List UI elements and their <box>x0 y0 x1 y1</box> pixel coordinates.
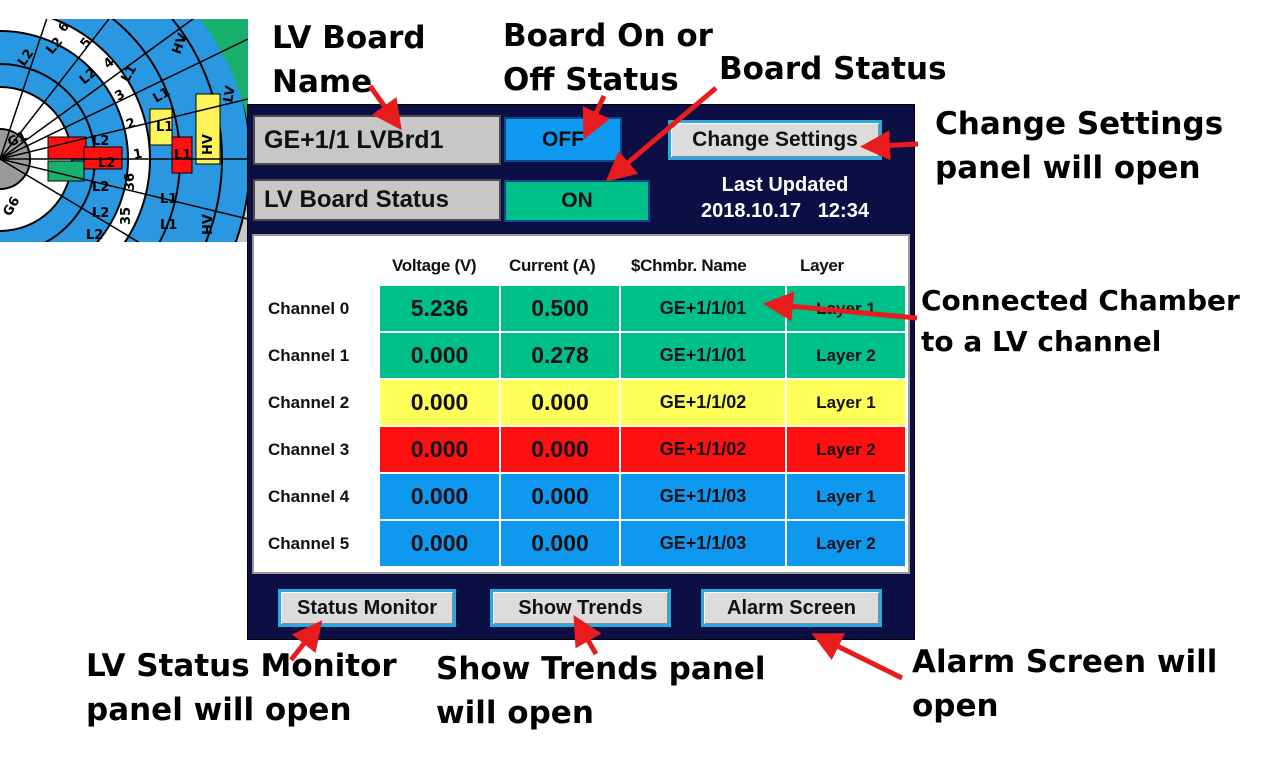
arrow-status-monitor <box>289 620 323 662</box>
arrow-show-trends <box>573 615 602 656</box>
arrow-alarm-screen <box>811 633 904 681</box>
arrow-change-settings <box>860 130 919 161</box>
arrow-on-off <box>582 94 610 140</box>
arrow-board-name <box>367 84 402 131</box>
annotation-arrows <box>289 84 919 681</box>
arrow-board-status <box>605 86 718 182</box>
arrow-connected-chamber <box>763 291 918 322</box>
